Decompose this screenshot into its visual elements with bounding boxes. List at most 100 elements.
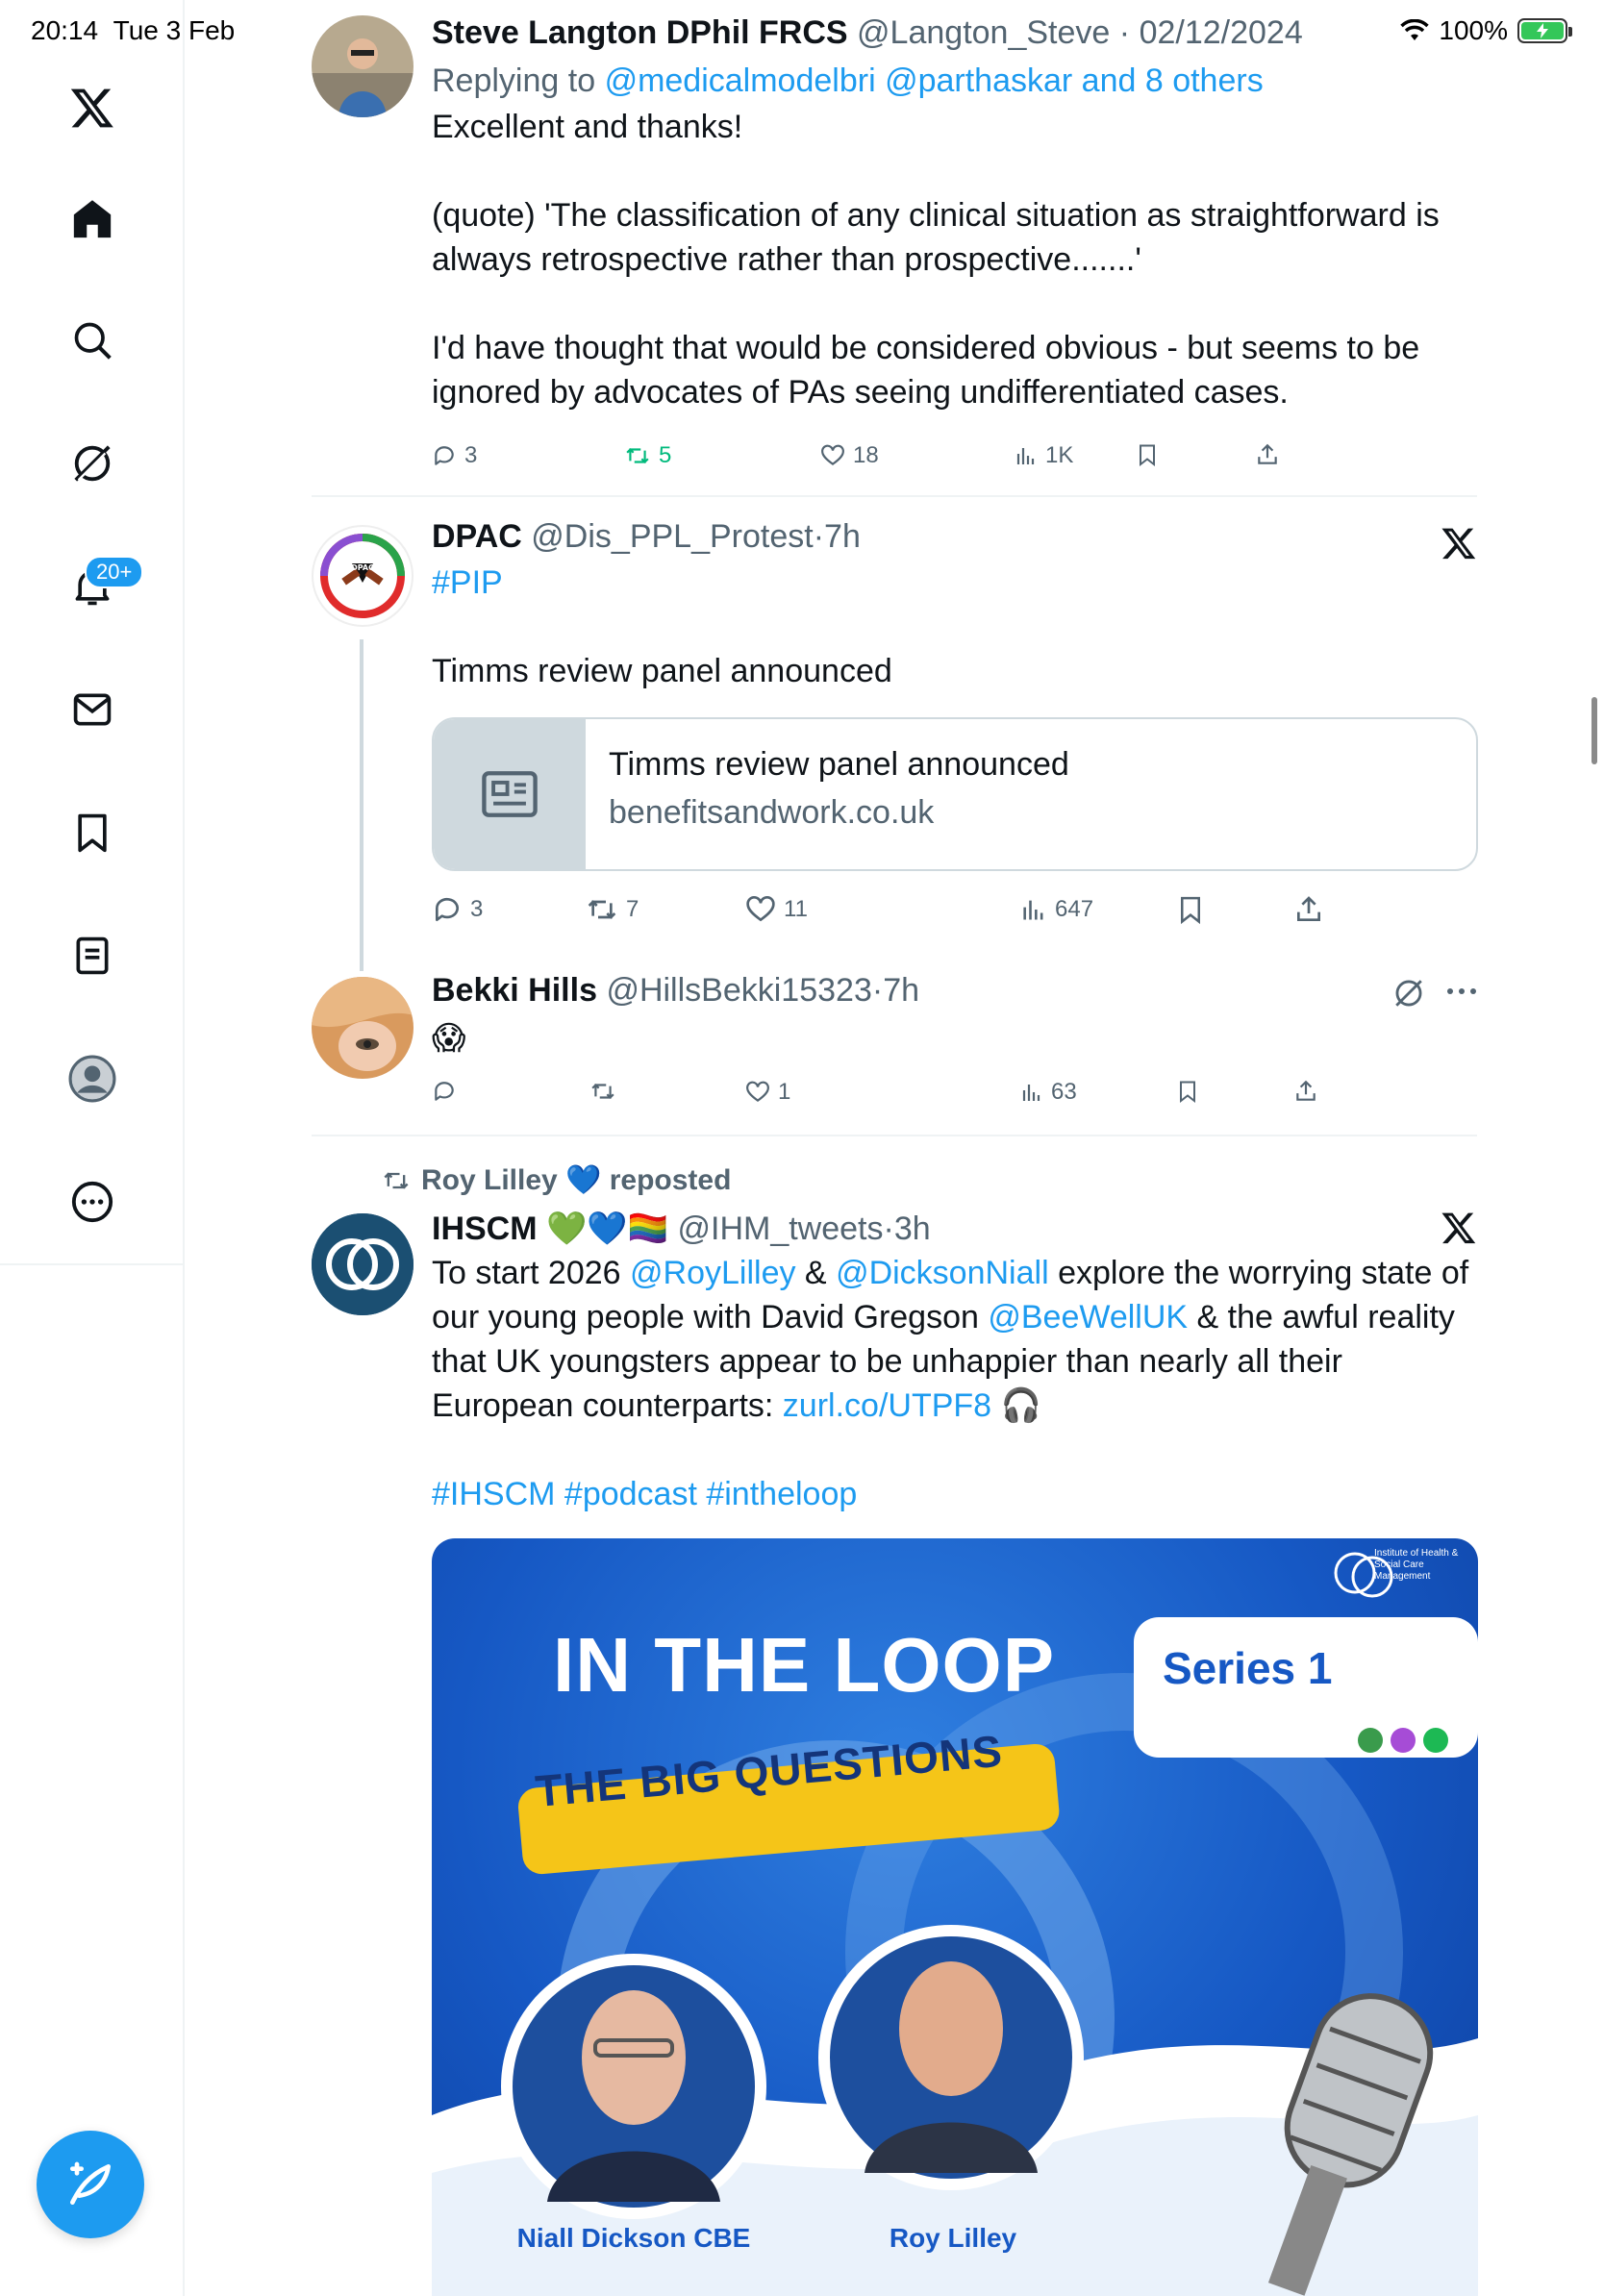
reply-button[interactable]	[432, 1079, 464, 1104]
bookmark-button[interactable]	[1136, 442, 1159, 467]
repost-button[interactable]: 7	[586, 894, 639, 925]
search-icon[interactable]	[63, 312, 121, 369]
tweet-actions: 3 5 18 1K	[432, 442, 1355, 481]
compose-button[interactable]	[37, 2131, 144, 2238]
author-name[interactable]: Steve Langton DPhil FRCS	[432, 14, 848, 51]
share-button[interactable]	[1255, 442, 1280, 467]
scroll-indicator[interactable]	[1591, 697, 1597, 764]
timestamp[interactable]: 7h	[824, 518, 861, 555]
reply-button[interactable]: 3	[432, 442, 477, 469]
repost-count: 5	[659, 442, 672, 468]
views-button[interactable]: 647	[1020, 894, 1093, 925]
like-count: 1	[778, 1079, 791, 1105]
avatar[interactable]	[312, 1213, 414, 1315]
heart-icon	[746, 1081, 769, 1102]
x-source-icon[interactable]	[1441, 525, 1477, 562]
avatar[interactable]	[312, 977, 414, 1079]
avatar[interactable]: DPAC	[312, 525, 414, 627]
text-segment: &	[795, 1254, 837, 1291]
grok-icon[interactable]	[1392, 977, 1425, 1010]
promo-title: IN THE LOOP	[553, 1622, 1056, 1708]
tweet-line: I'd have thought that would be considere…	[432, 329, 1420, 411]
author-name[interactable]: IHSCM	[432, 1210, 538, 1247]
repost-button[interactable]	[589, 1079, 624, 1104]
link-card[interactable]: Timms review panel announced benefitsand…	[432, 717, 1478, 871]
messages-icon[interactable]	[63, 681, 121, 738]
bookmark-button[interactable]	[1176, 1079, 1199, 1104]
reply-button[interactable]: 3	[432, 894, 483, 925]
like-button[interactable]: 1	[745, 1079, 790, 1106]
more-icon[interactable]	[63, 1173, 121, 1231]
tweet-ihscm[interactable]: Roy Lilley 💙 reposted IHSCM 💚💙🏳️‍🌈 @IHM_…	[312, 1163, 1478, 2296]
x-source-icon[interactable]	[1441, 1210, 1477, 1246]
hashtag-link[interactable]: #PIP	[432, 561, 1478, 605]
reply-mentions[interactable]: @medicalmodelbri @parthaskar and 8 other…	[605, 62, 1264, 99]
compose-quill-icon	[70, 2161, 111, 2205]
grok-icon[interactable]	[63, 435, 121, 492]
author-name[interactable]: Bekki Hills	[432, 972, 597, 1009]
reply-icon	[435, 446, 454, 465]
guest-name: Niall Dickson CBE	[516, 2223, 751, 2253]
author-handle[interactable]: @IHM_tweets	[677, 1210, 883, 1247]
share-button[interactable]	[1293, 894, 1324, 925]
repost-count: 7	[626, 896, 639, 922]
x-logo-icon[interactable]	[63, 79, 121, 137]
reply-context: Replying to @medicalmodelbri @parthaskar…	[432, 59, 1478, 103]
repost-icon	[626, 447, 649, 464]
timestamp[interactable]: 7h	[883, 972, 919, 1009]
url-link[interactable]: zurl.co/UTPF8	[783, 1387, 991, 1424]
text-segment: 🎧	[991, 1386, 1041, 1424]
podcast-promo-image[interactable]: Institute of Health & Social Care Manage…	[432, 1538, 1478, 2296]
repost-context: Roy Lilley 💙 reposted	[381, 1163, 731, 1197]
card-title: Timms review panel announced	[609, 746, 1069, 783]
guest-name: Roy Lilley	[889, 2223, 1017, 2253]
view-count: 647	[1055, 896, 1094, 922]
timestamp[interactable]: 02/12/2024	[1140, 14, 1303, 51]
timestamp[interactable]: 3h	[894, 1210, 931, 1247]
author-handle[interactable]: @HillsBekki15323	[606, 972, 871, 1009]
tweet-bekki-hills[interactable]: Bekki Hills @HillsBekki15323·7h 😱 1 63	[312, 971, 1477, 1125]
hashtags[interactable]: #IHSCM #podcast #intheloop	[432, 1472, 1478, 1516]
author-handle[interactable]: @Langton_Steve	[857, 14, 1110, 51]
tweet-header: Steve Langton DPhil FRCS @Langton_Steve …	[432, 14, 1303, 51]
name-emoji: 💚💙🏳️‍🌈	[546, 1210, 669, 1247]
share-icon	[1297, 896, 1320, 921]
tweet-actions: 1 63	[432, 1079, 1355, 1117]
bookmark-button[interactable]	[1176, 894, 1205, 925]
tweet-divider	[312, 1135, 1477, 1136]
author-name[interactable]: DPAC	[432, 518, 522, 555]
more-options-icon[interactable]	[1446, 986, 1477, 996]
promo-series: Series 1	[1163, 1643, 1333, 1693]
mention-link[interactable]: @BeeWellUK	[988, 1299, 1188, 1335]
mention-link[interactable]: @DicksonNiall	[836, 1255, 1049, 1291]
heart-icon	[746, 896, 775, 922]
views-button[interactable]: 1K	[1015, 442, 1073, 469]
tweet-text: To start 2026 @RoyLilley & @DicksonNiall…	[432, 1251, 1478, 1428]
tweet-text: 😱	[432, 1019, 466, 1057]
lists-icon[interactable]	[63, 927, 121, 985]
card-domain: benefitsandwork.co.uk	[609, 794, 935, 831]
views-icon	[1023, 900, 1043, 920]
reposted-by[interactable]: Roy Lilley 💙 reposted	[421, 1163, 731, 1197]
mention-link[interactable]: @RoyLilley	[630, 1255, 795, 1291]
like-button[interactable]: 18	[820, 442, 879, 469]
author-handle[interactable]: @Dis_PPL_Protest	[531, 518, 813, 555]
svg-text:DPAC: DPAC	[351, 563, 374, 572]
views-button[interactable]: 63	[1020, 1079, 1077, 1106]
article-icon	[482, 771, 538, 817]
bookmarks-icon[interactable]	[63, 804, 121, 861]
home-icon[interactable]	[63, 190, 121, 248]
like-button[interactable]: 11	[745, 894, 808, 925]
avatar[interactable]	[312, 15, 414, 117]
tweet-dpac[interactable]: DPAC DPAC @Dis_PPL_Protest·7h #PIP Timms…	[312, 517, 1478, 940]
profile-icon[interactable]	[63, 1050, 121, 1108]
view-count: 63	[1051, 1079, 1077, 1105]
tweet-line: Excellent and thanks!	[432, 108, 743, 145]
tweet-steve-langton[interactable]: Steve Langton DPhil FRCS @Langton_Steve …	[312, 13, 1477, 475]
repost-icon	[588, 900, 616, 919]
share-button[interactable]	[1293, 1079, 1318, 1104]
sidebar: 20+	[0, 0, 185, 2296]
tweet-divider	[312, 495, 1477, 497]
tweet-header: Bekki Hills @HillsBekki15323·7h	[432, 972, 920, 1009]
repost-button[interactable]: 5	[624, 442, 671, 469]
